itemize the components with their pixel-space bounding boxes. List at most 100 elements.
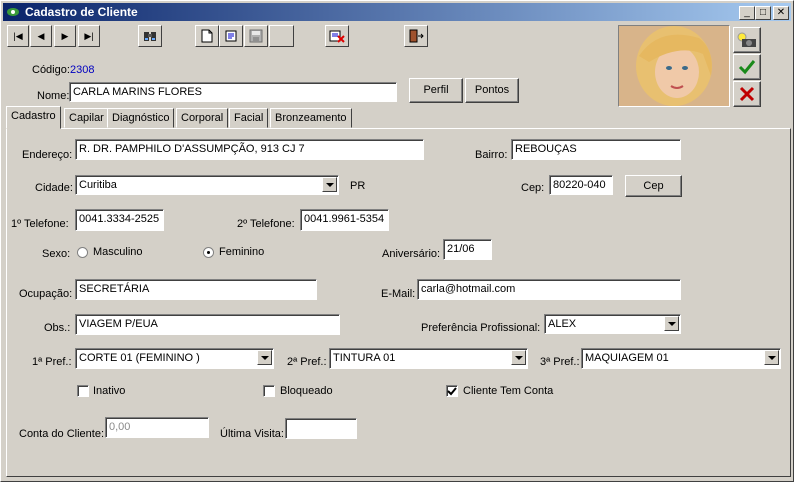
client-photo — [618, 25, 730, 107]
pref3-label: 3ª Pref.: — [540, 356, 580, 368]
app-icon — [7, 8, 19, 16]
perfil-button[interactable]: Perfil — [409, 78, 463, 103]
binoculars-icon — [144, 32, 156, 41]
chevron-down-icon[interactable] — [764, 350, 779, 365]
cep-button[interactable]: Cep — [625, 175, 682, 197]
exit-door-icon — [409, 29, 424, 43]
chevron-down-icon[interactable] — [257, 350, 272, 365]
bloqueado-checkbox[interactable] — [263, 385, 275, 397]
window: Cadastro de Cliente _ □ ✕ |◀ ◀ ▶ ▶| Códi… — [0, 0, 794, 482]
bairro-label: Bairro: — [475, 149, 508, 161]
inativo-checkbox[interactable] — [77, 385, 89, 397]
portrait-image — [619, 26, 729, 106]
ultima-visita-input[interactable] — [285, 418, 357, 439]
maximize-button[interactable]: □ — [755, 6, 771, 20]
new-record-button[interactable] — [195, 25, 219, 47]
conta-cliente-label: Conta do Cliente: — [19, 428, 104, 440]
cidade-label: Cidade: — [35, 182, 73, 194]
pref3-value: MAQUIAGEM 01 — [585, 352, 669, 364]
tab-corporal[interactable]: Corporal — [176, 108, 229, 128]
search-button[interactable] — [138, 25, 162, 47]
window-title: Cadastro de Cliente — [25, 5, 138, 19]
preferencia-profissional-label: Preferência Profissional: — [421, 322, 541, 334]
edit-document-icon — [225, 30, 237, 42]
sexo-label: Sexo: — [42, 248, 71, 260]
checkmark-icon — [447, 387, 457, 396]
obs-input[interactable]: VIAGEM P/EUA — [75, 314, 340, 335]
delete-record-icon — [329, 30, 345, 43]
edit-record-button[interactable] — [219, 25, 243, 47]
sexo-masculino-label[interactable]: Masculino — [93, 246, 143, 258]
bairro-input[interactable]: REBOUÇAS — [511, 139, 681, 160]
delete-record-button[interactable] — [325, 25, 349, 47]
chevron-down-icon[interactable] — [322, 177, 337, 192]
save-icon — [249, 29, 263, 43]
telefone2-label: 2º Telefone: — [237, 218, 295, 230]
preferencia-profissional-select[interactable]: ALEX — [544, 314, 681, 334]
aniversario-input[interactable]: 21/06 — [443, 239, 492, 260]
last-record-button[interactable]: ▶| — [78, 25, 100, 47]
tab-bronzeamento[interactable]: Bronzeamento — [270, 108, 352, 128]
close-button[interactable]: ✕ — [773, 6, 789, 20]
sexo-feminino-radio[interactable] — [203, 247, 214, 258]
cidade-select[interactable]: Curitiba — [75, 175, 339, 195]
save-record-button[interactable] — [244, 25, 268, 47]
toolbar-blank-button[interactable] — [269, 25, 294, 47]
telefone2-input[interactable]: 0041.9961-5354 — [300, 209, 389, 231]
aniversario-label: Aniversário: — [382, 248, 441, 260]
inativo-label[interactable]: Inativo — [93, 385, 125, 397]
sexo-feminino-label[interactable]: Feminino — [219, 246, 264, 258]
ocupacao-label: Ocupação: — [19, 288, 73, 300]
endereco-input[interactable]: R. DR. PAMPHILO D'ASSUMPÇÃO, 913 CJ 7 — [75, 139, 424, 160]
tab-cadastro[interactable]: Cadastro — [6, 106, 61, 129]
codigo-label: Código: — [32, 64, 70, 76]
pontos-button[interactable]: Pontos — [465, 78, 519, 103]
bloqueado-label[interactable]: Bloqueado — [280, 385, 333, 397]
preferencia-profissional-value: ALEX — [548, 318, 577, 330]
codigo-value: 2308 — [70, 64, 95, 76]
cep-label: Cep: — [521, 182, 545, 194]
first-record-button[interactable]: |◀ — [7, 25, 29, 47]
obs-label: Obs.: — [44, 322, 71, 334]
nome-input[interactable]: CARLA MARINS FLORES — [69, 82, 397, 102]
new-document-icon — [201, 29, 213, 43]
email-label: E-Mail: — [381, 288, 416, 300]
conta-cliente-input: 0,00 — [105, 417, 209, 438]
exit-button[interactable] — [404, 25, 428, 47]
confirm-button[interactable] — [733, 54, 761, 80]
pref2-label: 2ª Pref.: — [287, 356, 327, 368]
cancel-button[interactable] — [733, 81, 761, 107]
telefone1-label: 1º Telefone: — [11, 218, 69, 230]
camera-button[interactable] — [733, 27, 761, 53]
checkmark-icon — [738, 60, 756, 75]
next-record-button[interactable]: ▶ — [54, 25, 76, 47]
tab-facial[interactable]: Facial — [229, 108, 269, 128]
cliente-tem-conta-label[interactable]: Cliente Tem Conta — [463, 385, 553, 397]
pref1-label: 1ª Pref.: — [32, 356, 72, 368]
prev-record-button[interactable]: ◀ — [30, 25, 52, 47]
cidade-select-value: Curitiba — [79, 179, 117, 191]
cliente-tem-conta-checkbox[interactable] — [446, 385, 458, 397]
uf-value: PR — [350, 180, 366, 192]
tab-diagnostico[interactable]: Diagnóstico — [107, 108, 175, 128]
chevron-down-icon[interactable] — [664, 316, 679, 331]
x-cross-icon — [739, 86, 755, 102]
email-input[interactable]: carla@hotmail.com — [417, 279, 681, 300]
pref2-value: TINTURA 01 — [333, 352, 396, 364]
pref1-value: CORTE 01 (FEMININO ) — [79, 352, 200, 364]
ocupacao-input[interactable]: SECRETÁRIA — [75, 279, 317, 300]
pref1-select[interactable]: CORTE 01 (FEMININO ) — [75, 348, 274, 369]
endereco-label: Endereço: — [22, 149, 73, 161]
pref3-select[interactable]: MAQUIAGEM 01 — [581, 348, 781, 369]
cep-input[interactable]: 80220-040 — [549, 175, 613, 195]
ultima-visita-label: Última Visita: — [220, 428, 284, 440]
title-bar[interactable]: Cadastro de Cliente _ □ ✕ — [3, 3, 791, 21]
pref2-select[interactable]: TINTURA 01 — [329, 348, 528, 369]
camera-icon — [737, 32, 756, 47]
chevron-down-icon[interactable] — [511, 350, 526, 365]
tab-capilar[interactable]: Capilar — [64, 108, 109, 128]
telefone1-input[interactable]: 0041.3334-2525 — [75, 209, 164, 231]
nome-label: Nome: — [37, 90, 70, 102]
sexo-masculino-radio[interactable] — [77, 247, 88, 258]
minimize-button[interactable]: _ — [739, 6, 755, 20]
